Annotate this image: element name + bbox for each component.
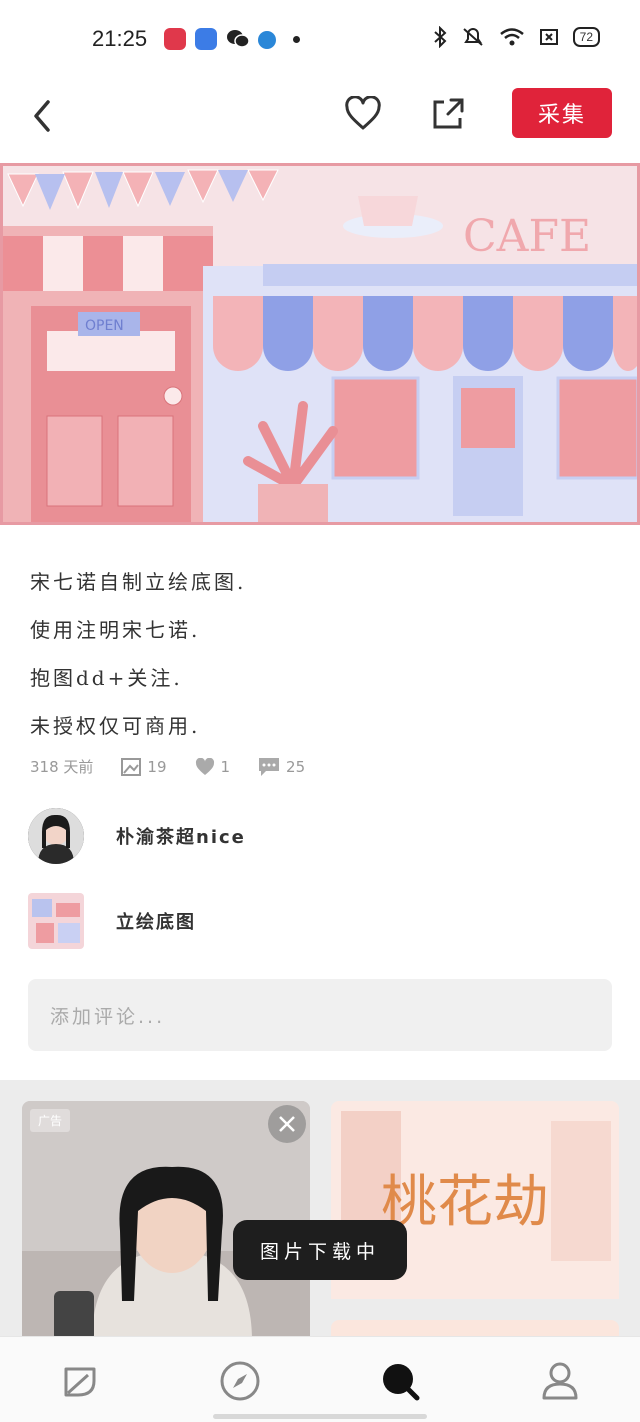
mute-icon (462, 28, 483, 46)
board-thumbnail[interactable] (28, 893, 84, 949)
author-row[interactable]: 朴渝茶超nice (28, 808, 246, 864)
heart-icon (195, 757, 214, 775)
bluetooth-icon (433, 26, 447, 48)
wechat-notification-icon (227, 30, 250, 48)
description-line: 未授权仅可商用. (30, 714, 201, 738)
comment-input[interactable]: 添加评论... (28, 979, 612, 1051)
board-row[interactable]: 立绘底图 (28, 893, 196, 949)
message-app-notification-icon (195, 28, 217, 50)
likes-stat: 1 (195, 757, 231, 776)
cafe-sign: CAFE (463, 211, 591, 262)
bottom-tab-bar (0, 1336, 640, 1422)
download-toast: 图片下载中 (233, 1220, 407, 1280)
likes-count: 1 (220, 757, 231, 776)
description-line: 宋七诺自制立绘底图. (30, 570, 247, 594)
pin-description: 宋七诺自制立绘底图. 使用注明宋七诺. 抱图dd+关注. 未授权仅可商用. (30, 558, 246, 750)
status-time: 21:25 (92, 26, 148, 51)
comment-icon (259, 757, 280, 776)
related-feed: 广告 桃花劫 (0, 1080, 640, 1350)
saves-count: 19 (147, 757, 167, 776)
system-icons: 72 (433, 26, 600, 48)
close-icon (279, 1116, 295, 1132)
image-icon (121, 757, 142, 776)
board-name[interactable]: 立绘底图 (116, 908, 196, 934)
home-indicator[interactable] (213, 1414, 427, 1419)
profile-icon (542, 1362, 578, 1400)
time-ago: 318 天前 (30, 758, 94, 776)
leaf-icon (64, 1367, 96, 1397)
description-line: 抱图dd+关注. (30, 666, 183, 690)
open-sign: OPEN (85, 318, 124, 334)
saves-stat: 19 (121, 757, 167, 776)
close-ad-button[interactable] (268, 1105, 306, 1143)
compass-icon (220, 1361, 260, 1401)
tab-search[interactable] (378, 1359, 422, 1403)
feed-card-title: 桃花劫 (381, 1170, 549, 1235)
sim-icon (539, 29, 558, 45)
battery-icon: 72 (572, 27, 600, 47)
chevron-left-icon[interactable] (26, 96, 58, 136)
browser-notification-icon (258, 31, 276, 49)
tab-profile[interactable] (538, 1359, 582, 1403)
heart-outline-icon[interactable] (344, 96, 382, 132)
description-line: 使用注明宋七诺. (30, 618, 201, 642)
author-name[interactable]: 朴渝茶超nice (116, 823, 246, 849)
status-bar: 21:25 72 (0, 0, 640, 80)
wifi-icon (499, 28, 524, 46)
tab-explore[interactable] (218, 1359, 262, 1403)
top-navigation: 采集 (0, 80, 640, 160)
avatar[interactable] (28, 808, 84, 864)
comments-count: 25 (286, 757, 306, 776)
video-app-notification-icon (164, 28, 186, 50)
collect-button[interactable]: 采集 (512, 88, 612, 138)
pin-stats: 318 天前 19 1 25 (30, 756, 333, 777)
share-icon[interactable] (430, 94, 466, 132)
cafe-illustration: OPEN CAFE (3, 166, 637, 522)
search-icon (383, 1364, 420, 1401)
ad-badge: 广告 (30, 1109, 71, 1132)
more-notifications-dot (293, 36, 300, 43)
tab-home[interactable] (58, 1359, 102, 1403)
comments-stat: 25 (258, 757, 305, 777)
pin-image[interactable]: OPEN CAFE (0, 163, 640, 525)
